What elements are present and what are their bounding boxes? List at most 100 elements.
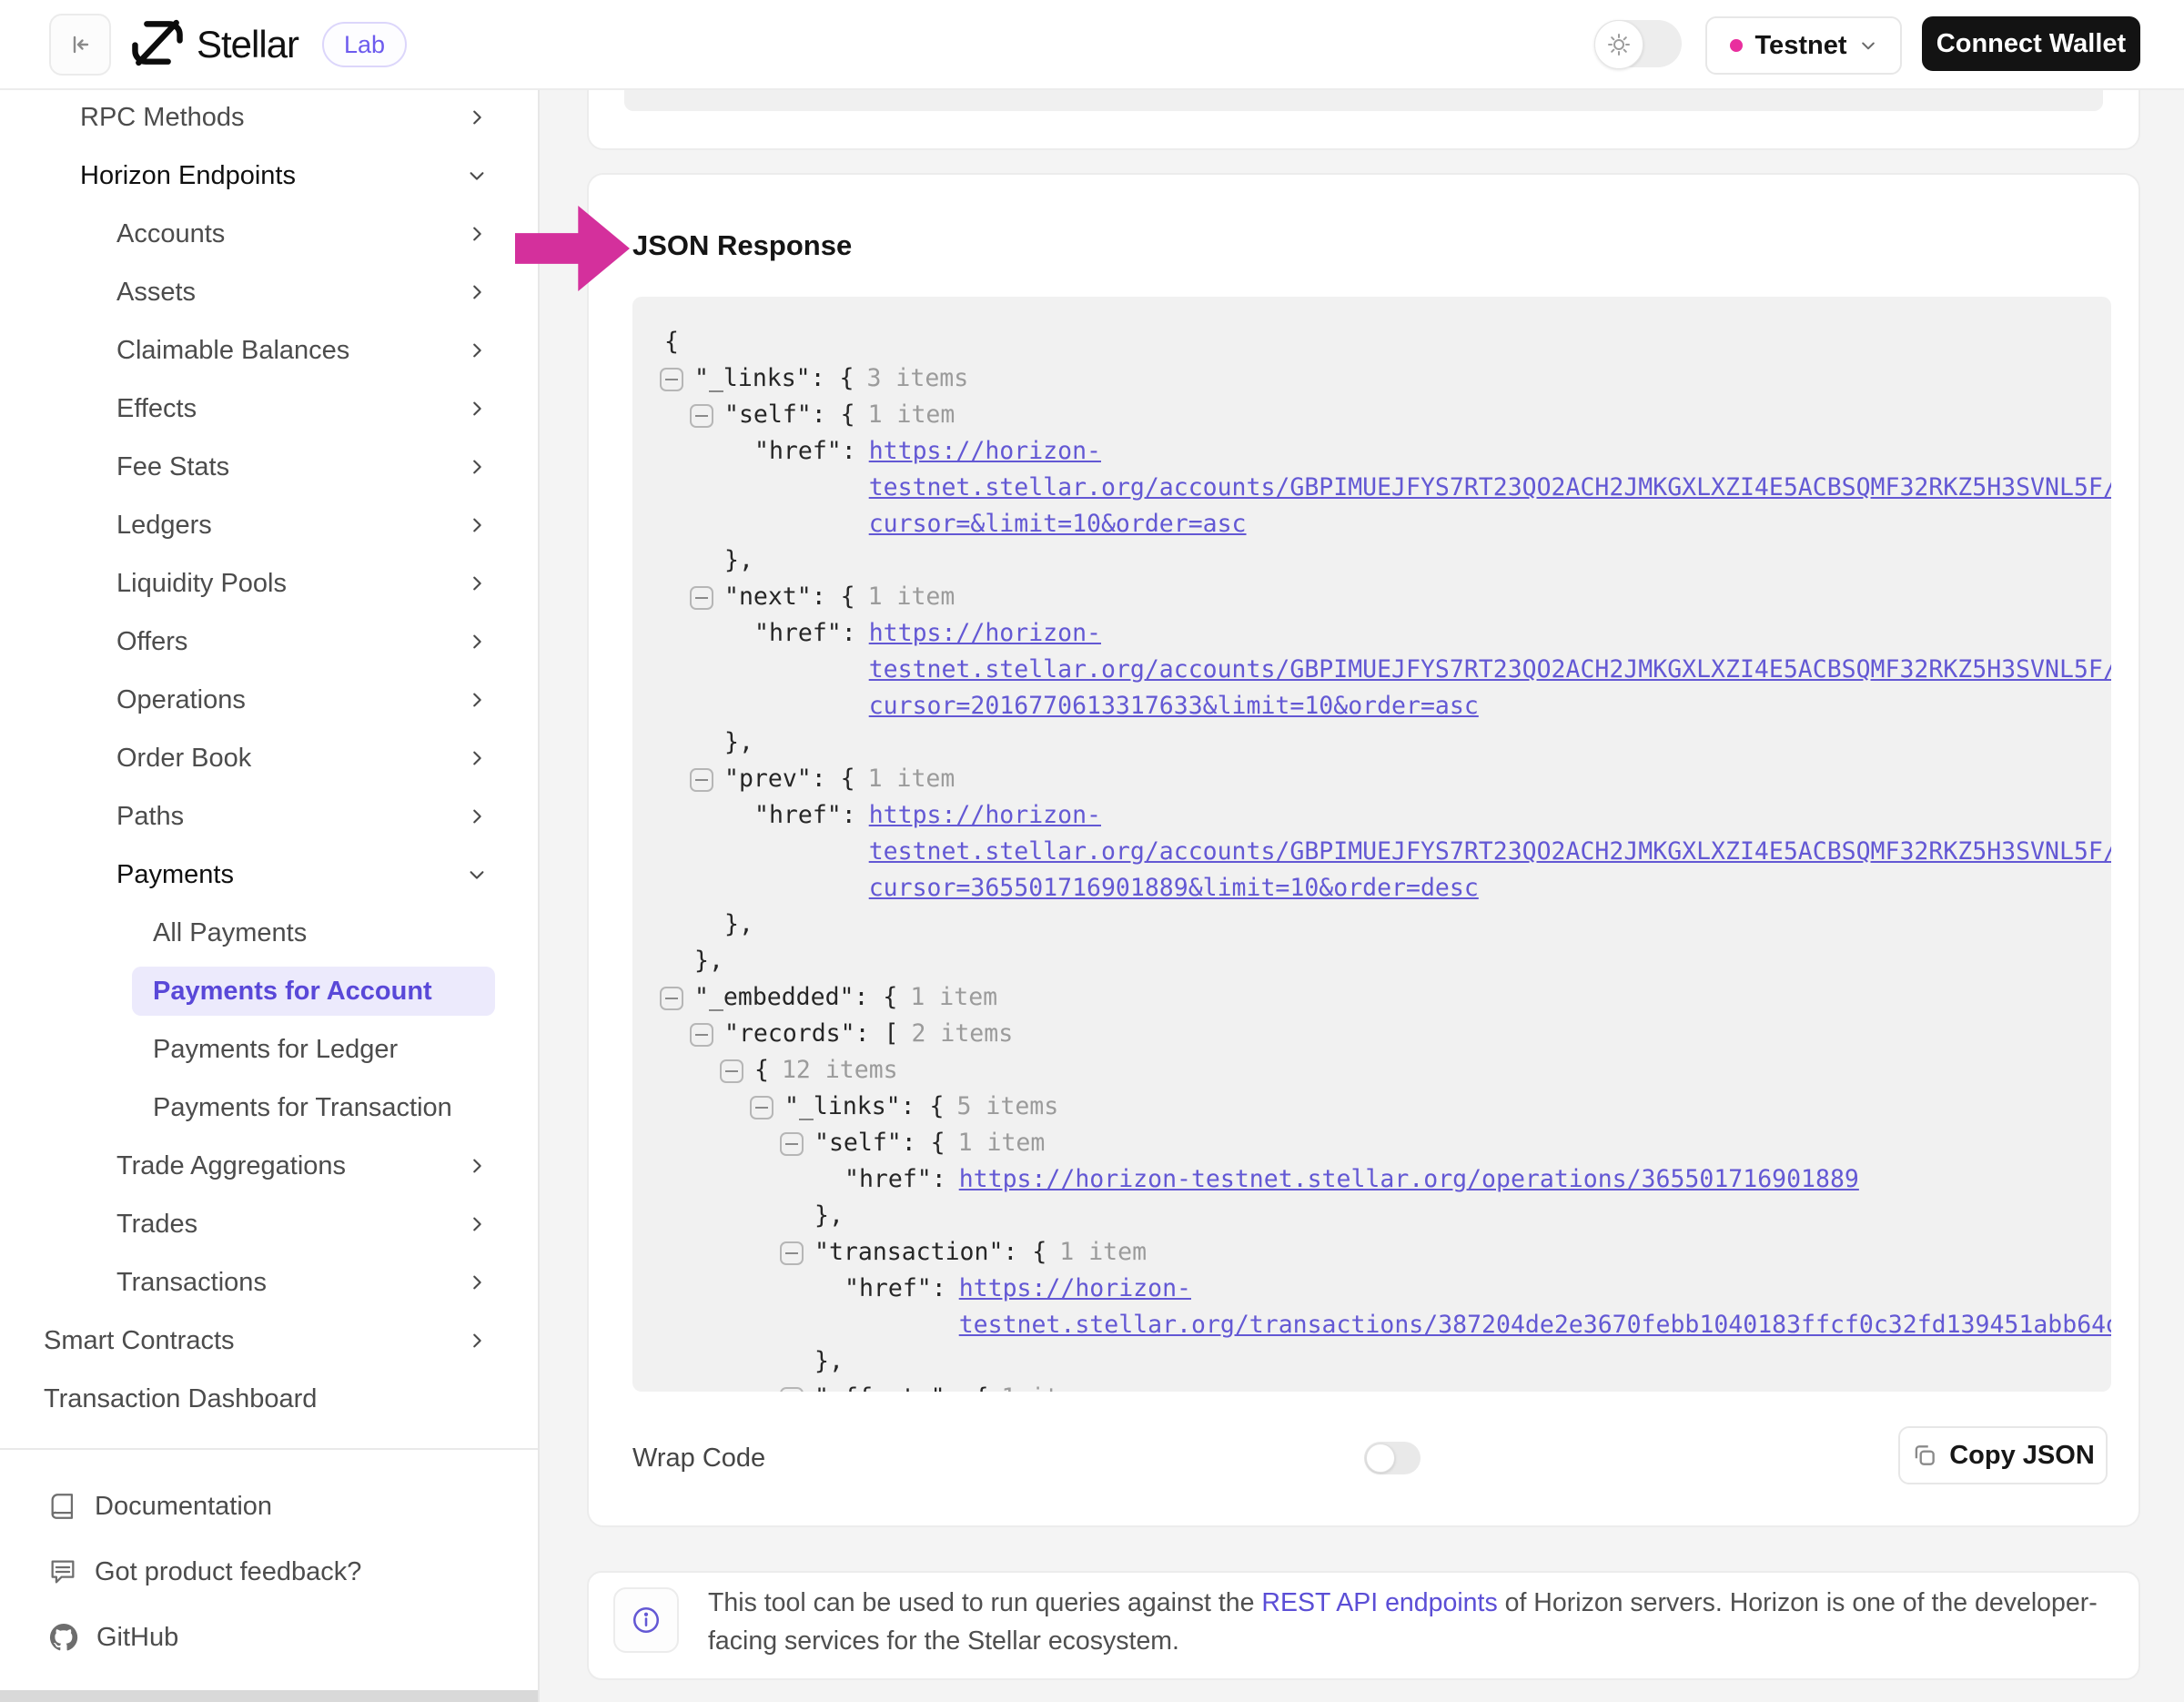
sidebar-item-smart-contracts[interactable]: Smart Contracts [0, 1312, 538, 1370]
json-href-link[interactable]: https://horizon- testnet.stellar.org/tra… [959, 1271, 2111, 1343]
network-selector[interactable]: Testnet [1705, 16, 1902, 75]
copy-json-button[interactable]: Copy JSON [1898, 1426, 2108, 1484]
sidebar-divider [0, 1448, 538, 1450]
json-punctuation: : [932, 1161, 946, 1198]
lab-badge: Lab [322, 22, 407, 67]
json-code-line: }, [632, 907, 2111, 943]
json-code-line: "transaction": {1 item [632, 1234, 2111, 1271]
collapse-node-icon[interactable] [690, 768, 713, 792]
collapse-node-icon[interactable] [690, 404, 713, 428]
json-code-lines: {"_links": {3 items"self": {1 item"href"… [632, 324, 2111, 1392]
sidebar-item-effects[interactable]: Effects [0, 380, 538, 438]
json-key: "href" [754, 797, 842, 834]
json-href-link[interactable]: https://horizon- testnet.stellar.org/acc… [869, 615, 2111, 724]
connect-wallet-button[interactable]: Connect Wallet [1922, 16, 2140, 71]
sidebar-item-fee-stats[interactable]: Fee Stats [0, 438, 538, 496]
json-code-viewer[interactable]: {"_links": {3 items"self": {1 item"href"… [632, 297, 2111, 1392]
json-key: "_links" [694, 360, 811, 397]
sidebar-item-payments-for-ledger[interactable]: Payments for Ledger [0, 1020, 538, 1079]
json-punctuation: : [842, 433, 856, 470]
brand-title: Stellar [197, 0, 298, 88]
json-punctuation: : { [902, 1125, 945, 1161]
sidebar-item-rpc-methods[interactable]: RPC Methods [0, 88, 538, 147]
sidebar-footer-item-github[interactable]: GitHub [0, 1605, 538, 1670]
sidebar-item-transaction-dashboard[interactable]: Transaction Dashboard [0, 1370, 538, 1428]
sidebar-item-ledgers[interactable]: Ledgers [0, 496, 538, 554]
sidebar-item-payments-for-account[interactable]: Payments for Account [0, 962, 538, 1020]
collapse-node-icon[interactable] [780, 1387, 804, 1392]
sidebar-item-label: RPC Methods [80, 103, 245, 133]
sidebar-item-label: Claimable Balances [116, 336, 349, 366]
collapse-node-icon[interactable] [750, 1096, 774, 1119]
theme-toggle[interactable] [1594, 20, 1682, 67]
sidebar-item-trades[interactable]: Trades [0, 1195, 538, 1253]
stellar-logo-icon [129, 15, 186, 71]
sidebar-item-payments-for-transaction[interactable]: Payments for Transaction [0, 1079, 538, 1137]
network-status-dot [1730, 39, 1743, 52]
json-key: "_links" [784, 1089, 901, 1125]
sidebar-item-operations[interactable]: Operations [0, 671, 538, 729]
wrap-code-label: Wrap Code [632, 1440, 765, 1476]
sidebar-item-label: Fee Stats [116, 452, 229, 482]
sidebar-item-transactions[interactable]: Transactions [0, 1253, 538, 1312]
info-card: This tool can be used to run queries aga… [587, 1571, 2140, 1680]
sidebar-item-accounts[interactable]: Accounts [0, 205, 538, 263]
json-punctuation: : [842, 797, 856, 834]
sidebar-item-offers[interactable]: Offers [0, 613, 538, 671]
sidebar-item-claimable-balances[interactable]: Claimable Balances [0, 321, 538, 380]
sidebar-footer: Documentation Got product feedback? GitHub [0, 1474, 538, 1670]
json-href-link[interactable]: https://horizon- testnet.stellar.org/acc… [869, 433, 2111, 542]
sidebar-item-payments[interactable]: Payments [0, 846, 538, 904]
json-key: "href" [754, 433, 842, 470]
json-key: "transaction" [814, 1234, 1003, 1271]
info-text: This tool can be used to run queries aga… [708, 1584, 2114, 1660]
json-punctuation: }, [694, 943, 723, 979]
sidebar-item-label: Payments for Transaction [153, 1093, 452, 1123]
sidebar-item-horizon-endpoints[interactable]: Horizon Endpoints [0, 147, 538, 205]
json-punctuation: : { [901, 1089, 945, 1125]
collapse-node-icon[interactable] [660, 368, 683, 391]
sidebar-item-assets[interactable]: Assets [0, 263, 538, 321]
json-code-line: "records": [2 items [632, 1016, 2111, 1052]
sidebar-footer-label: Got product feedback? [95, 1557, 361, 1587]
json-href-link[interactable]: https://horizon- testnet.stellar.org/acc… [869, 797, 2111, 907]
sidebar-item-all-payments[interactable]: All Payments [0, 904, 538, 962]
sidebar-item-paths[interactable]: Paths [0, 787, 538, 846]
collapse-node-icon[interactable] [660, 987, 683, 1010]
collapse-node-icon[interactable] [720, 1059, 743, 1083]
sidebar-item-label: Trade Aggregations [116, 1151, 346, 1181]
sidebar-item-label: Operations [116, 685, 246, 715]
chevron-right-icon [467, 1156, 487, 1176]
wrap-code-toggle[interactable] [1364, 1442, 1421, 1474]
sidebar-footer-item-documentation[interactable]: Documentation [0, 1474, 538, 1539]
network-label: Testnet [1755, 31, 1847, 61]
collapse-node-icon[interactable] [780, 1132, 804, 1156]
collapse-node-icon[interactable] [690, 1023, 713, 1047]
json-href-link[interactable]: https://horizon-testnet.stellar.org/oper… [959, 1161, 1859, 1198]
chevron-down-icon [467, 166, 487, 186]
json-item-count: 3 items [867, 360, 969, 397]
sidebar-collapse-button[interactable] [49, 14, 111, 76]
sidebar-item-order-book[interactable]: Order Book [0, 729, 538, 787]
collapse-node-icon[interactable] [780, 1241, 804, 1265]
json-code-line: }, [632, 1198, 2111, 1234]
json-item-count: 5 items [957, 1089, 1059, 1125]
json-key: "next" [724, 579, 812, 615]
sidebar-item-label: Payments [116, 860, 234, 890]
json-key: "prev" [724, 761, 812, 797]
json-code-line: "_embedded": {1 item [632, 979, 2111, 1016]
app-header: Stellar Lab Testnet Connect Wallet [0, 0, 2184, 90]
sidebar-footer-item-got-product-feedback[interactable]: Got product feedback? [0, 1539, 538, 1605]
sidebar-item-liquidity-pools[interactable]: Liquidity Pools [0, 554, 538, 613]
sidebar-item-label: Transaction Dashboard [44, 1384, 317, 1414]
json-key: "self" [814, 1125, 902, 1161]
json-code-line: }, [632, 542, 2111, 579]
rest-api-endpoints-link[interactable]: REST API endpoints [1261, 1588, 1497, 1617]
sidebar-item-label: All Payments [153, 918, 307, 948]
sidebar-item-trade-aggregations[interactable]: Trade Aggregations [0, 1137, 538, 1195]
chevron-right-icon [467, 690, 487, 710]
copy-json-label: Copy JSON [1949, 1441, 2095, 1471]
collapse-node-icon[interactable] [690, 586, 713, 610]
sidebar-item-label: Order Book [116, 744, 251, 774]
json-key: "href" [844, 1271, 932, 1307]
